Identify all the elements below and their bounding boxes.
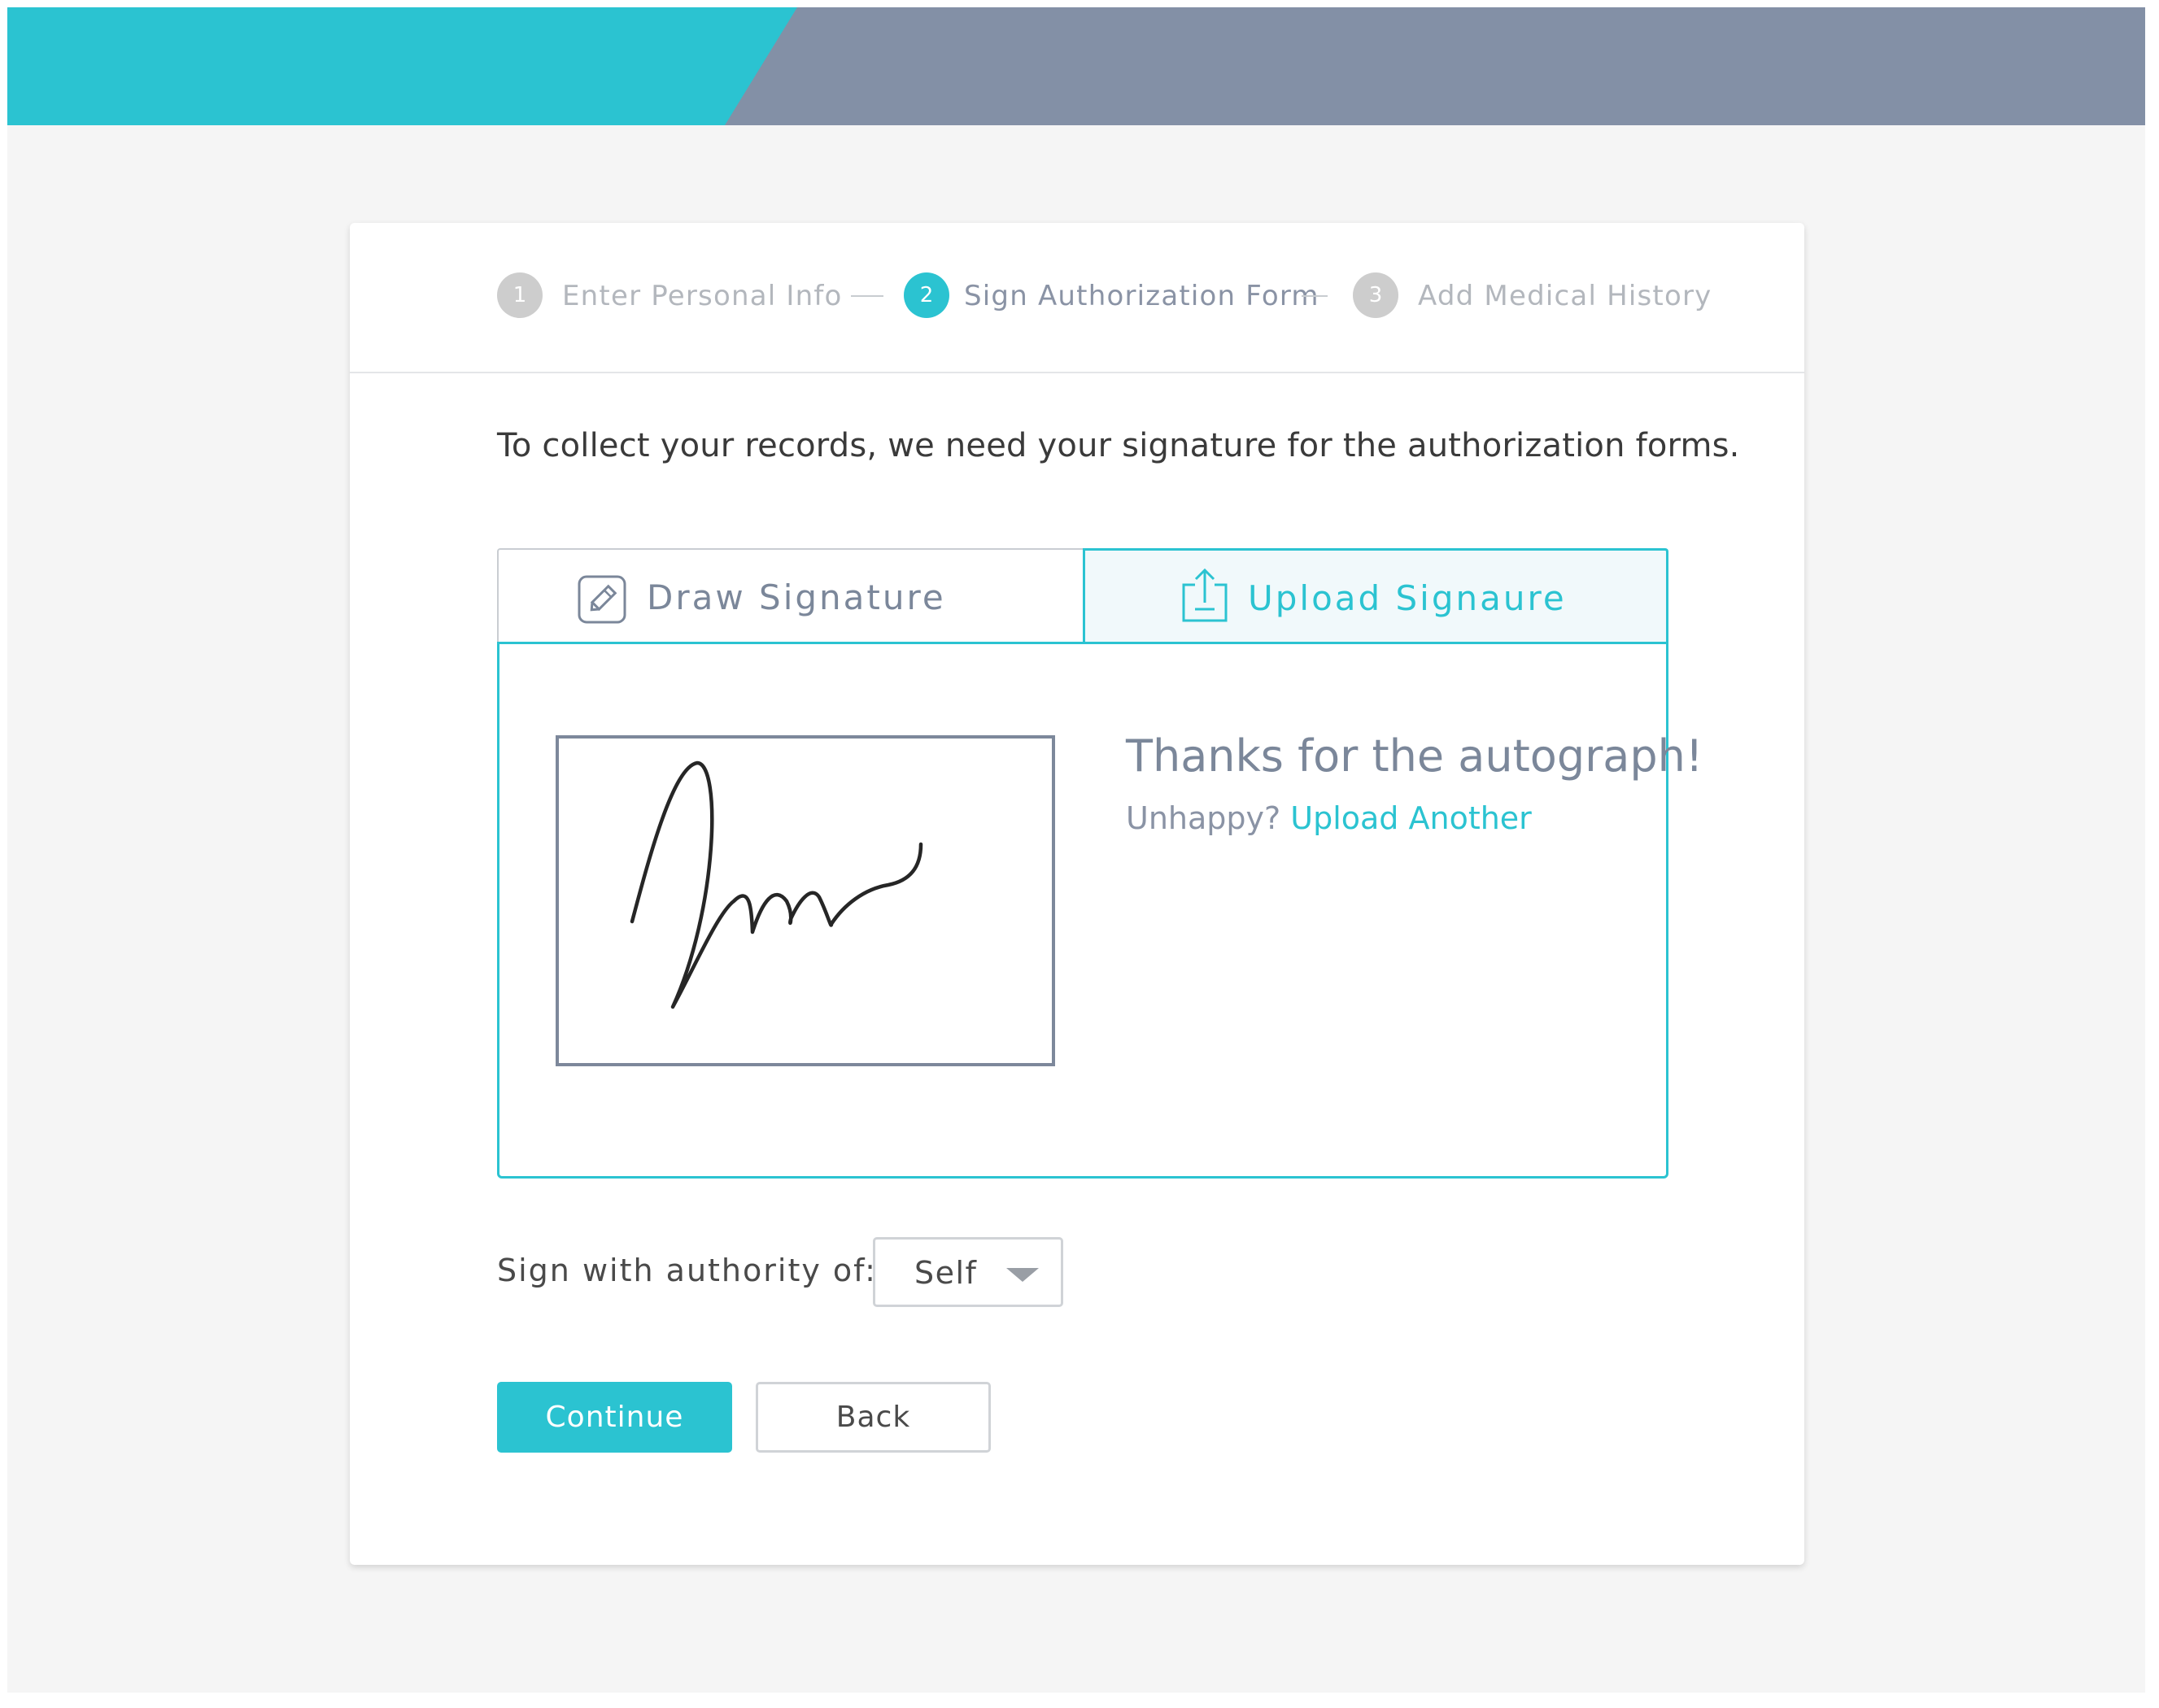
signature-panel: Thanks for the autograph! Unhappy? Uploa…	[497, 642, 1703, 1179]
caret-down-icon	[1006, 1268, 1039, 1282]
back-button[interactable]: Back	[756, 1382, 991, 1453]
step-1-label: Enter Personal Info	[562, 280, 843, 312]
header-banner	[7, 7, 2145, 125]
authority-selected-value: Self	[914, 1255, 978, 1291]
step-connector	[1302, 295, 1328, 297]
signature-image	[630, 760, 923, 1009]
intro-text: To collect your records, we need your si…	[497, 427, 1740, 464]
authority-select[interactable]: Self	[873, 1237, 1063, 1307]
thanks-message: Thanks for the autograph!	[1126, 730, 1703, 782]
step-3-number: 3	[1353, 272, 1398, 318]
upload-another-link[interactable]: Upload Another	[1290, 800, 1532, 836]
banner-accent	[7, 7, 797, 125]
page-background: 1 Enter Personal Info 2 Sign Authorizati…	[7, 7, 2145, 1693]
authority-label: Sign with authority of:	[497, 1253, 877, 1288]
unhappy-text: Unhappy?	[1126, 800, 1281, 836]
signature-preview	[556, 735, 1055, 1066]
unhappy-line: Unhappy? Upload Another	[1126, 799, 1532, 838]
step-2-number: 2	[904, 272, 949, 318]
tab-upload-signature[interactable]: Upload Signaure	[1083, 548, 1668, 643]
step-1-number: 1	[497, 272, 543, 318]
upload-icon	[1182, 568, 1228, 622]
continue-button[interactable]: Continue	[497, 1382, 732, 1453]
signature-card: 1 Enter Personal Info 2 Sign Authorizati…	[350, 223, 1804, 1565]
step-connector	[851, 295, 883, 297]
progress-stepper: 1 Enter Personal Info 2 Sign Authorizati…	[350, 223, 1804, 373]
pen-square-icon	[578, 575, 626, 624]
step-3-label: Add Medical History	[1418, 280, 1712, 312]
step-2-label: Sign Authorization Form	[964, 280, 1319, 312]
tab-upload-label: Upload Signaure	[1248, 578, 1567, 618]
tab-draw-signature[interactable]: Draw Signature	[497, 548, 1083, 643]
tab-draw-label: Draw Signature	[647, 577, 946, 617]
